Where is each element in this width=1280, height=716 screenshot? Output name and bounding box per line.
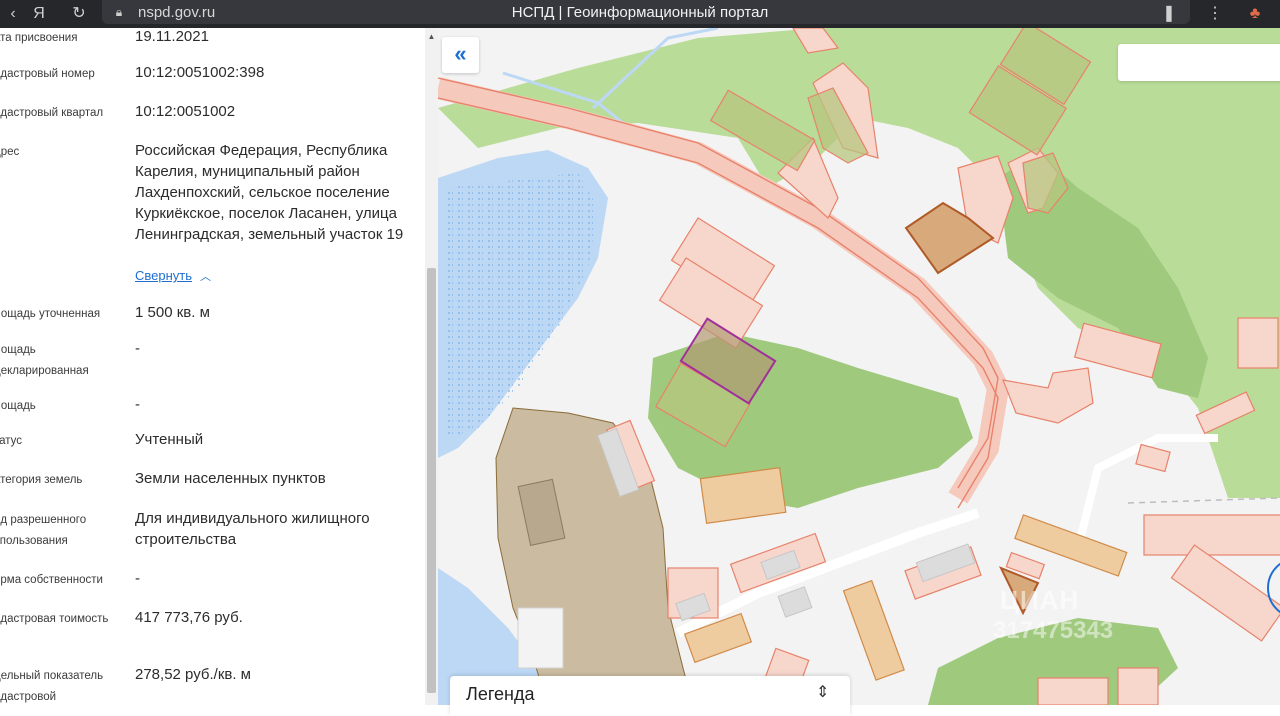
address-value: Российская Федерация, Республика Карелия…: [135, 142, 404, 243]
field-value: Земли населенных пунктов: [135, 470, 326, 487]
field-value: 10:12:0051002:398: [135, 64, 265, 81]
lock-icon: 🔒︎: [115, 5, 123, 19]
field-label: ата присвоения: [0, 32, 78, 44]
field-value: Учтенный: [135, 431, 204, 448]
sort-icon[interactable]: ⇕: [816, 682, 829, 702]
url-text[interactable]: nspd.gov.ru: [138, 4, 215, 21]
menu-icon[interactable]: ⋮: [1204, 3, 1226, 25]
parcel: [1170, 544, 1280, 642]
field-label: лощадь уточненная: [0, 308, 101, 320]
field-label: лощадь декларированная: [0, 344, 89, 377]
lake-hatch: [446, 173, 598, 438]
watermark-phone: 317475343: [993, 617, 1114, 644]
extension-icon[interactable]: ♣: [1244, 3, 1266, 25]
building: [777, 586, 813, 618]
parcel-orange: [842, 579, 905, 681]
field-value: 19.11.2021: [135, 28, 209, 45]
field-label: лощадь: [0, 400, 36, 412]
boundary-line: [1127, 497, 1280, 504]
field-label: адастровая тоимость: [0, 613, 109, 625]
field-value: -: [135, 340, 140, 357]
collapse-label[interactable]: Свернуть: [135, 268, 192, 283]
scrollbar-thumb[interactable]: [427, 268, 436, 693]
field-label: адастровый номер: [0, 68, 95, 80]
parcel: [1037, 677, 1109, 705]
browser-toolbar: ‹ Я ↻ 🔒︎ nspd.gov.ru НСПД | Геоинформаци…: [0, 0, 1280, 28]
field-value: -: [135, 570, 140, 587]
field-value: 1 500 кв. м: [135, 304, 210, 321]
watermark-brand: ЦИАН: [1000, 585, 1080, 615]
collapse-link[interactable]: Свернуть ︿: [135, 268, 211, 284]
field-value: 417 773,76 руб.: [135, 609, 243, 626]
map-search-box[interactable]: [1118, 44, 1280, 81]
legend-title[interactable]: Легенда: [466, 684, 534, 705]
field-value: -: [135, 396, 140, 413]
parcel: [1002, 367, 1094, 424]
back-icon[interactable]: ‹: [2, 3, 24, 25]
field-value: 10:12:0051002: [135, 103, 236, 120]
chevron-up-icon[interactable]: ︿: [200, 268, 211, 284]
parcel: [1135, 443, 1171, 473]
field-label: орма собственности: [0, 574, 103, 586]
parcel: [1143, 514, 1280, 556]
field-label: дрес: [0, 146, 20, 158]
parcel: [1117, 667, 1159, 705]
field-value: 278,52 руб./кв. м: [135, 666, 251, 683]
field-label: ид разрешенного спользования: [0, 514, 87, 547]
yandex-icon[interactable]: Я: [28, 3, 50, 25]
map-canvas[interactable]: [438, 28, 1280, 705]
field-label: атегория земель: [0, 474, 83, 486]
parcel: [1237, 317, 1279, 369]
road-plot: [517, 607, 564, 669]
scroll-up-icon[interactable]: ▲: [425, 30, 438, 44]
double-chevron-left-icon[interactable]: «: [442, 37, 479, 73]
field-label: татус: [0, 435, 23, 447]
map-layer: [438, 28, 1280, 705]
address-bar[interactable]: 🔒︎: [102, 0, 1190, 24]
bookmark-icon[interactable]: ❚: [1158, 3, 1180, 25]
legend-panel[interactable]: Легенда ⇕: [450, 676, 850, 716]
field-label: дельный показатель адастровой: [0, 670, 104, 703]
refresh-icon[interactable]: ↻: [68, 3, 90, 25]
property-info-panel: ата присвоения 19.11.2021 адастровый ном…: [0, 28, 438, 705]
field-value: Для индивидуального жилищного строительс…: [135, 510, 370, 548]
field-label: адастровый квартал: [0, 107, 104, 119]
